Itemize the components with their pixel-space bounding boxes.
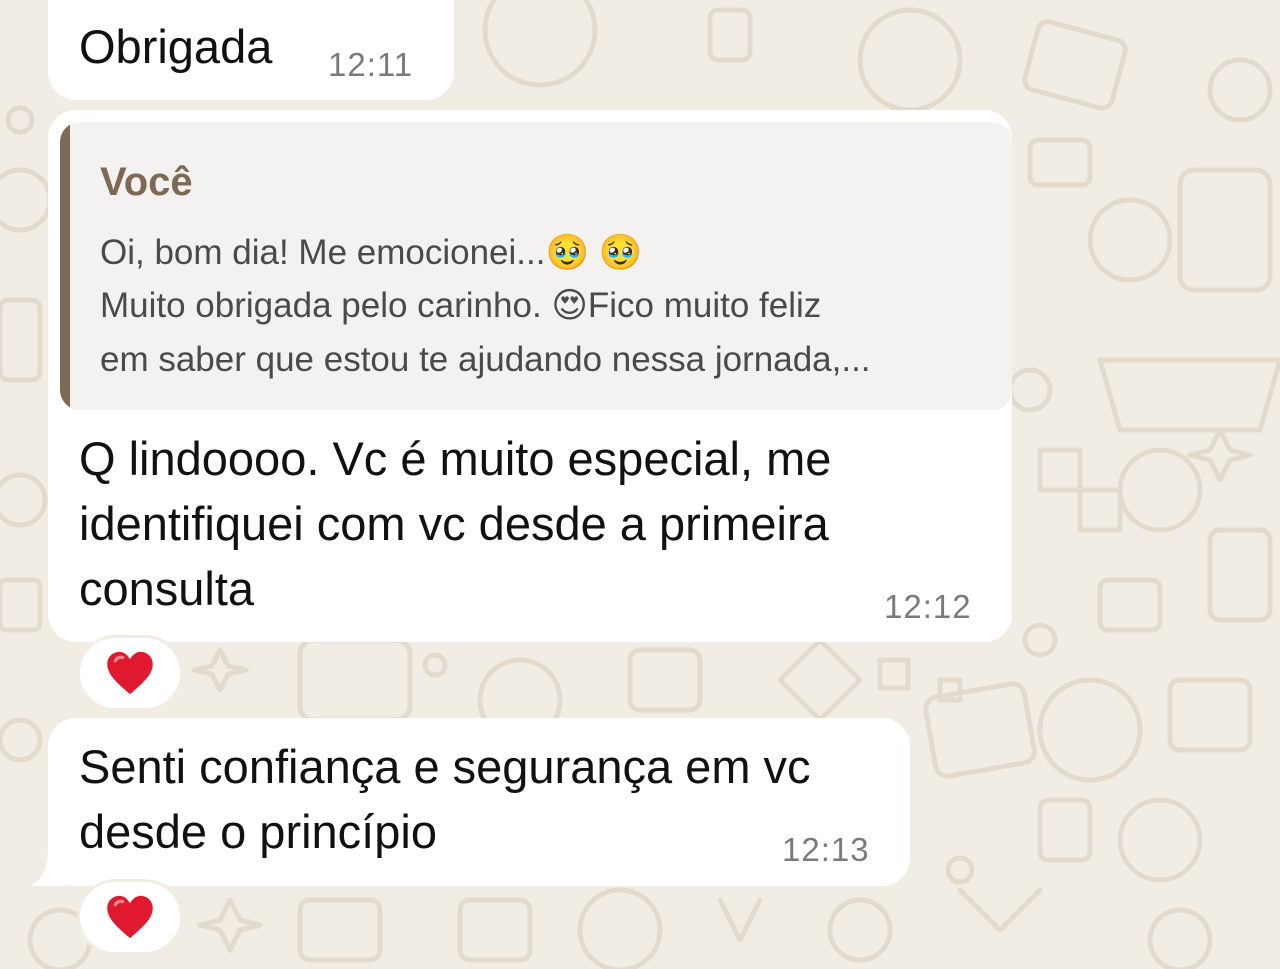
heart-icon — [107, 651, 153, 695]
heart-icon — [107, 895, 153, 939]
message-text-line-1: Senti confiança e segurança em vc — [79, 740, 811, 793]
message-text-line-1: Q lindoooo. Vc é muito especial, me — [79, 432, 832, 485]
message-bubble-3[interactable]: Senti confiança e segurança em vc desde … — [48, 718, 910, 886]
message-time: 12:12 — [884, 588, 972, 625]
quote-line-2: Muito obrigada pelo carinho. 😍Fico muito… — [100, 286, 822, 325]
message-text-line-3: consulta — [79, 562, 255, 615]
message-bubble-2[interactable]: Você Oi, bom dia! Me emocionei...🥹 🥹 Mui… — [48, 110, 1012, 642]
message-time: 12:13 — [782, 831, 870, 868]
message-text-line-2: desde o princípio — [79, 805, 437, 858]
quote-accent-bar — [60, 122, 70, 410]
quote-line-3: em saber que estou te ajudando nessa jor… — [100, 340, 871, 379]
quote-line-1: Oi, bom dia! Me emocionei...🥹 🥹 — [100, 233, 643, 272]
message-bubble-1[interactable]: Obrigada 12:11 — [48, 0, 454, 100]
message-text: Obrigada — [79, 20, 273, 73]
message-time: 12:11 — [328, 46, 414, 83]
message-text-line-2: identifiquei com vc desde a primeira — [79, 497, 829, 550]
quoted-message[interactable]: Você Oi, bom dia! Me emocionei...🥹 🥹 Mui… — [60, 122, 1012, 410]
reaction-badge-2[interactable] — [80, 882, 180, 952]
reaction-badge-1[interactable] — [80, 638, 180, 708]
quote-author: Você — [100, 160, 193, 204]
